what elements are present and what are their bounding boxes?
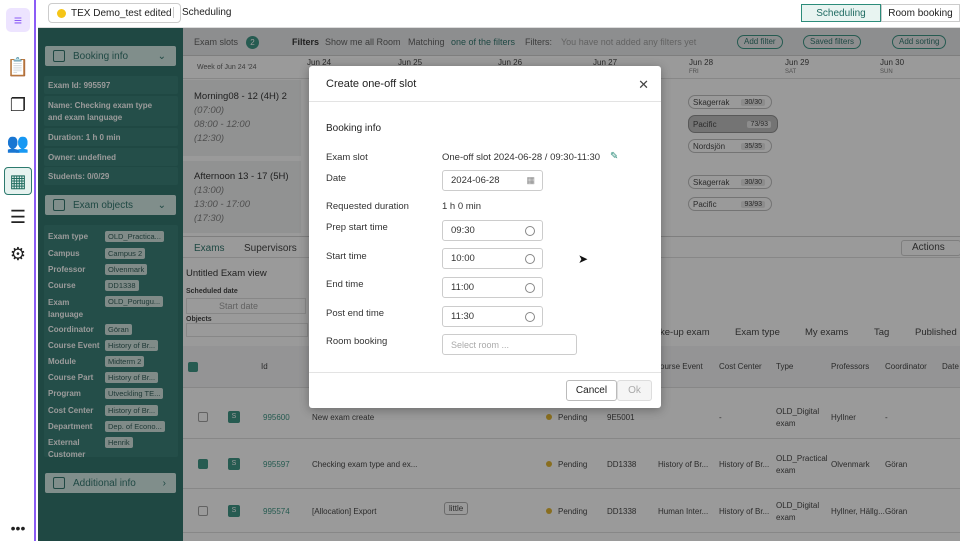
- date-field[interactable]: 2024-06-28 ▦: [442, 170, 543, 191]
- project-pill[interactable]: TEX Demo_test edited: [48, 3, 181, 23]
- prep-start-value: 09:30: [451, 225, 475, 236]
- end-time-value: 11:00: [451, 282, 475, 293]
- room-select[interactable]: Select room ...: [442, 334, 577, 355]
- breadcrumb: Scheduling: [173, 7, 231, 18]
- divider: [309, 372, 661, 373]
- requested-duration-label: Requested duration: [326, 201, 409, 212]
- exam-slot-label: Exam slot: [326, 152, 368, 163]
- clock-icon: [525, 312, 535, 322]
- post-end-field[interactable]: 11:30: [442, 306, 543, 327]
- post-end-label: Post end time: [326, 308, 385, 319]
- close-icon[interactable]: ✕: [638, 77, 649, 93]
- end-time-field[interactable]: 11:00: [442, 277, 543, 298]
- app-logo-icon[interactable]: ≡: [6, 8, 30, 32]
- copy-icon[interactable]: ❐: [6, 93, 30, 117]
- cancel-button[interactable]: Cancel: [566, 380, 617, 401]
- create-slot-modal: Create one-off slot ✕ Booking info Exam …: [309, 66, 661, 408]
- calendar-icon: ▦: [526, 175, 535, 185]
- start-time-value: 10:00: [451, 253, 475, 264]
- exam-slot-value: One-off slot 2024-06-28 / 09:30-11:30: [442, 152, 601, 163]
- toggle-scheduling[interactable]: Scheduling: [801, 4, 881, 22]
- list-tree-icon[interactable]: ☰: [6, 205, 30, 229]
- clock-icon: [525, 283, 535, 293]
- section-title: Booking info: [326, 123, 382, 134]
- modal-title: Create one-off slot: [326, 78, 417, 90]
- status-dot: [57, 8, 66, 18]
- start-time-label: Start time: [326, 251, 367, 262]
- requested-duration-value: 1 h 0 min: [442, 201, 482, 212]
- gear-icon[interactable]: ⚙: [6, 242, 30, 266]
- prep-start-label: Prep start time: [326, 222, 388, 233]
- more-icon[interactable]: •••: [6, 516, 30, 540]
- start-time-field[interactable]: 10:00: [442, 248, 543, 269]
- users-icon[interactable]: 👥: [6, 131, 30, 155]
- app-nav-bar: ≡ 📋 ❐ 👥 ▦ ☰ ⚙ •••: [0, 0, 36, 541]
- prep-start-field[interactable]: 09:30: [442, 220, 543, 241]
- end-time-label: End time: [326, 279, 364, 290]
- date-label: Date: [326, 173, 347, 184]
- top-bar: TEX Demo_test edited Scheduling Scheduli…: [38, 0, 960, 28]
- room-booking-label: Room booking: [326, 336, 388, 347]
- pencil-icon[interactable]: ✎: [610, 151, 618, 162]
- divider: [309, 101, 661, 102]
- toggle-room-booking[interactable]: Room booking: [881, 4, 960, 22]
- clock-icon: [525, 254, 535, 264]
- post-end-value: 11:30: [451, 311, 475, 322]
- project-name: TEX Demo_test edited: [71, 7, 172, 19]
- ok-button[interactable]: Ok: [617, 380, 652, 401]
- cursor-icon: ➤: [578, 252, 589, 266]
- clock-icon: [525, 226, 535, 236]
- date-value: 2024-06-28: [451, 175, 500, 186]
- clipboard-check-icon[interactable]: 📋: [6, 55, 30, 79]
- calendar-icon[interactable]: ▦: [4, 167, 32, 195]
